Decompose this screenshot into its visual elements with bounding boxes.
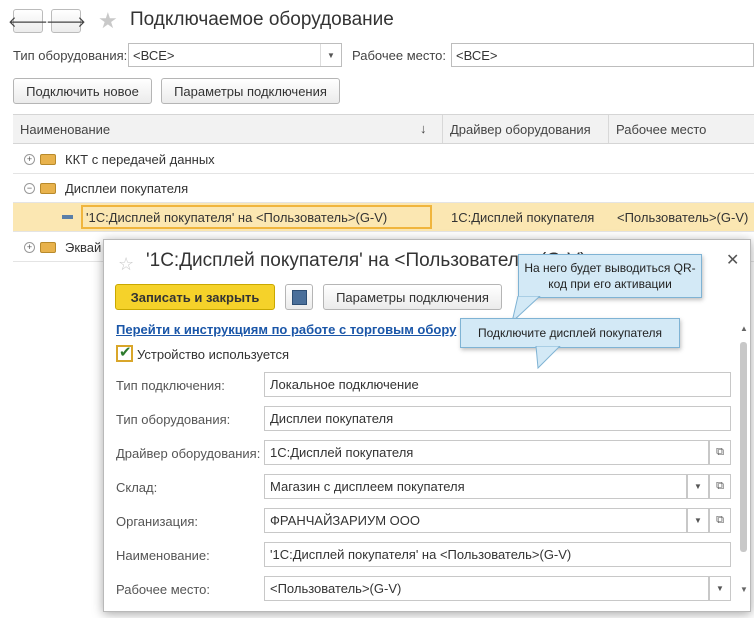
- sort-down-icon[interactable]: ↓: [420, 121, 427, 136]
- workplace-select[interactable]: <ВСЕ>: [451, 43, 754, 67]
- open-icon[interactable]: ⧉: [709, 440, 731, 465]
- scroll-up-icon[interactable]: ▲: [740, 324, 748, 333]
- row-name: Дисплеи покупателя: [65, 181, 189, 196]
- warehouse-label: Склад:: [116, 480, 158, 495]
- organization-field[interactable]: ФРАНЧАЙЗАРИУМ ООО: [264, 508, 687, 533]
- arrow-right-icon: 🡒: [45, 13, 87, 31]
- equipment-type-field[interactable]: Дисплеи покупателя: [264, 406, 731, 431]
- row-name: '1С:Дисплей покупателя' на <Пользователь…: [86, 210, 388, 225]
- save-close-button[interactable]: Записать и закрыть: [115, 284, 275, 310]
- column-header-driver[interactable]: Драйвер оборудования: [443, 115, 609, 143]
- open-icon[interactable]: ⧉: [709, 508, 731, 533]
- connect-new-button[interactable]: Подключить новое: [13, 78, 152, 104]
- warehouse-field[interactable]: Магазин с дисплеем покупателя: [264, 474, 687, 499]
- equipment-type-label: Тип оборудования:: [116, 412, 231, 427]
- chevron-down-icon[interactable]: ▼: [687, 508, 709, 533]
- table-row[interactable]: + ККТ с передачей данных: [13, 145, 754, 174]
- device-used-checkbox[interactable]: ✔: [116, 344, 133, 362]
- table-row[interactable]: − Дисплеи покупателя: [13, 174, 754, 203]
- page-title: Подключаемое оборудование: [130, 9, 394, 30]
- forward-button[interactable]: 🡒: [46, 9, 86, 33]
- instructions-link[interactable]: Перейти к инструкциям по работе с торгов…: [116, 322, 458, 337]
- workplace-field[interactable]: <Пользователь>(G-V): [264, 576, 709, 601]
- open-icon[interactable]: ⧉: [709, 474, 731, 499]
- row-name: ККТ с передачей данных: [65, 152, 215, 167]
- connection-params-button[interactable]: Параметры подключения: [161, 78, 340, 104]
- check-icon: ✔: [119, 344, 132, 361]
- column-header-name[interactable]: Наименование: [13, 115, 443, 143]
- workplace-label: Рабочее место:: [352, 48, 447, 63]
- workplace-label: Рабочее место:: [116, 582, 211, 597]
- equipment-type-select[interactable]: <ВСЕ> ▼: [128, 43, 342, 67]
- expand-icon[interactable]: +: [24, 154, 35, 165]
- driver-label: Драйвер оборудования:: [116, 446, 261, 461]
- collapse-icon[interactable]: −: [24, 183, 35, 194]
- chevron-down-icon[interactable]: ▼: [320, 44, 341, 66]
- connection-type-label: Тип подключения:: [116, 378, 225, 393]
- row-driver: 1С:Дисплей покупателя: [451, 210, 595, 225]
- column-header-workplace[interactable]: Рабочее место: [609, 115, 754, 143]
- workplace-value: <ВСЕ>: [456, 47, 498, 63]
- table-row-selected[interactable]: '1С:Дисплей покупателя' на <Пользователь…: [13, 203, 754, 232]
- save-button[interactable]: [285, 284, 313, 310]
- driver-field[interactable]: 1С:Дисплей покупателя: [264, 440, 709, 465]
- row-name: Эквай: [65, 240, 102, 255]
- equipment-type-value: <ВСЕ>: [133, 47, 175, 63]
- chevron-down-icon[interactable]: ▼: [709, 576, 731, 601]
- folder-icon: [40, 154, 56, 165]
- arrow-left-icon: 🡐: [7, 13, 49, 31]
- name-label: Наименование:: [116, 548, 210, 563]
- organization-label: Организация:: [116, 514, 199, 529]
- callout-pointer: [535, 346, 561, 370]
- dialog-params-button[interactable]: Параметры подключения: [323, 284, 502, 310]
- name-field[interactable]: '1С:Дисплей покупателя' на <Пользователь…: [264, 542, 731, 567]
- folder-icon: [40, 242, 56, 253]
- item-icon: [62, 215, 73, 219]
- equipment-type-label: Тип оборудования:: [13, 48, 128, 63]
- scroll-down-icon[interactable]: ▼: [740, 585, 748, 594]
- scrollbar-thumb[interactable]: [740, 342, 747, 552]
- chevron-down-icon[interactable]: ▼: [687, 474, 709, 499]
- close-icon[interactable]: ✕: [726, 250, 739, 270]
- floppy-disk-icon: [291, 289, 307, 305]
- back-button[interactable]: 🡐: [8, 9, 48, 33]
- table-header: Наименование ↓ Драйвер оборудования Рабо…: [13, 114, 754, 144]
- connect-callout: Подключите дисплей покупателя: [460, 318, 680, 348]
- row-workplace: <Пользователь>(G-V): [617, 210, 749, 225]
- qr-callout: На него будет выводиться QR-код при его …: [518, 254, 702, 298]
- device-used-label: Устройство используется: [137, 347, 290, 362]
- expand-icon[interactable]: +: [24, 242, 35, 253]
- connection-type-field[interactable]: Локальное подключение: [264, 372, 731, 397]
- favorite-star-icon[interactable]: ★: [98, 10, 118, 32]
- folder-icon: [40, 183, 56, 194]
- favorite-star-icon[interactable]: ☆: [118, 253, 134, 275]
